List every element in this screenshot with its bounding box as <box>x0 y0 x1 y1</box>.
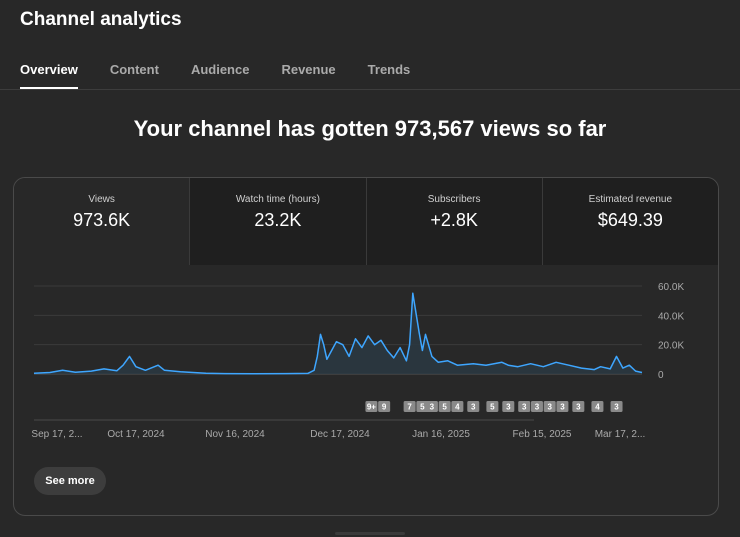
event-marker-label: 7 <box>407 403 412 412</box>
event-marker-label: 9 <box>382 403 387 412</box>
event-marker-label: 3 <box>535 403 540 412</box>
event-marker-label: 3 <box>560 403 565 412</box>
tabs-divider <box>0 89 740 90</box>
tab-trends[interactable]: Trends <box>368 62 411 89</box>
analytics-card: Views 973.6K Watch time (hours) 23.2K Su… <box>13 177 719 516</box>
views-headline: Your channel has gotten 973,567 views so… <box>133 116 607 141</box>
event-marker-label: 4 <box>595 403 600 412</box>
event-marker-label: 3 <box>471 403 476 412</box>
y-tick-label: 40.0K <box>658 311 684 322</box>
views-chart[interactable]: 60.0K 40.0K 20.0K 0 9+ 9 7 5 3 5 4 3 5 3 3 3 3 3 3 4 3 Sep 17… <box>14 265 718 465</box>
x-tick-label: Dec 17, 2024 <box>310 429 370 440</box>
x-tick-label: Oct 17, 2024 <box>107 429 165 440</box>
see-more-button[interactable]: See more <box>34 467 106 495</box>
event-marker-label: 3 <box>430 403 435 412</box>
event-marker-label: 3 <box>506 403 511 412</box>
metric-value: 23.2K <box>254 210 302 230</box>
tab-overview[interactable]: Overview <box>20 62 78 89</box>
y-tick-label: 60.0K <box>658 282 684 293</box>
tab-content[interactable]: Content <box>110 62 159 89</box>
metric-label: Subscribers <box>427 194 481 205</box>
metric-label: Views <box>88 194 115 205</box>
y-tick-label: 20.0K <box>658 341 684 352</box>
x-tick-label: Jan 16, 2025 <box>412 429 470 440</box>
metric-value: +2.8K <box>430 210 478 230</box>
event-marker-label: 4 <box>455 403 460 412</box>
views-chart-svg: 60.0K40.0K20.0K09+ 9 7 5 3 5 4 3 5 3 3 3 3 3 3 4 3Sep 17… <box>31 282 684 440</box>
event-marker-label: 5 <box>442 403 447 412</box>
tab-revenue[interactable]: Revenue <box>281 62 335 89</box>
metric-watch-time[interactable]: Watch time (hours) 23.2K <box>189 178 366 265</box>
tab-audience[interactable]: Audience <box>191 62 250 89</box>
event-marker-label: 5 <box>490 403 495 412</box>
metric-tabs: Views 973.6K Watch time (hours) 23.2K Su… <box>14 178 718 265</box>
scroll-indicator <box>335 532 405 535</box>
metric-views[interactable]: Views 973.6K <box>14 178 190 265</box>
metric-estimated-revenue[interactable]: Estimated revenue $649.39 <box>541 178 718 265</box>
x-tick-label: Mar 17, 2... <box>595 429 646 440</box>
event-marker-label: 5 <box>420 403 425 412</box>
page-title: Channel analytics <box>20 9 182 30</box>
event-marker-label: 3 <box>614 403 619 412</box>
event-marker-label: 3 <box>576 403 581 412</box>
x-tick-label: Feb 15, 2025 <box>513 429 572 440</box>
x-tick-label: Sep 17, 2... <box>31 429 82 440</box>
y-tick-label: 0 <box>658 370 664 381</box>
event-marker-label: 3 <box>522 403 527 412</box>
event-marker-label: 3 <box>547 403 552 412</box>
event-marker-label: 9+ <box>367 403 376 412</box>
metric-label: Watch time (hours) <box>235 194 320 205</box>
metric-value: 973.6K <box>73 210 131 230</box>
metric-label: Estimated revenue <box>588 194 673 205</box>
metric-value: $649.39 <box>597 210 663 230</box>
metric-subscribers[interactable]: Subscribers +2.8K <box>365 178 542 265</box>
x-tick-label: Nov 16, 2024 <box>205 429 265 440</box>
tab-bar: Overview Content Audience Revenue Trends <box>20 62 410 89</box>
